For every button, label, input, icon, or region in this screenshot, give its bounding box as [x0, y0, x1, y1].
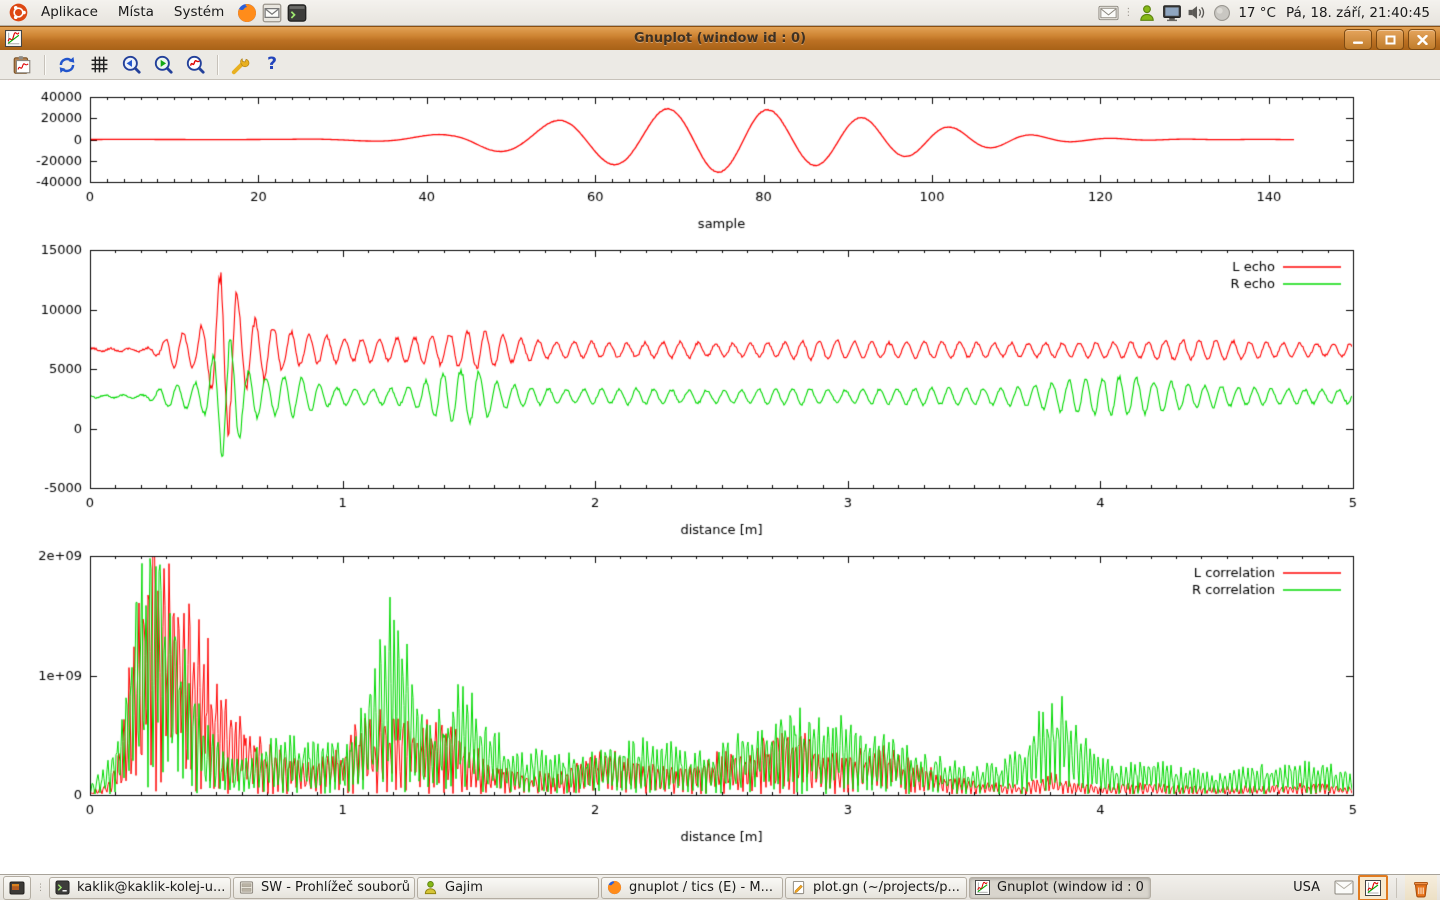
correlation-distance-chart-canvas[interactable]: [0, 545, 1440, 857]
notification-gnuplot-icon[interactable]: [1358, 875, 1388, 900]
gnuplot-icon: [975, 880, 991, 896]
terminal-launcher-icon[interactable]: [286, 2, 307, 23]
tray-display-icon[interactable]: [1161, 2, 1182, 23]
taskbar-item-label: gnuplot / tics (E) - M...: [629, 880, 773, 895]
zoom-next-icon[interactable]: [150, 53, 176, 77]
taskbar-item[interactable]: Gajim: [417, 877, 599, 899]
firefox-launcher-icon[interactable]: [236, 2, 257, 23]
window-titlebar[interactable]: Gnuplot (window id : 0): [0, 26, 1440, 50]
copy-to-clipboard-icon[interactable]: [9, 53, 35, 77]
taskbar-item[interactable]: Gnuplot (window id : 0): [969, 877, 1151, 899]
ubuntu-logo-icon[interactable]: [8, 2, 29, 23]
zoom-previous-icon[interactable]: [118, 53, 144, 77]
window-title: Gnuplot (window id : 0): [0, 31, 1440, 46]
maximize-button[interactable]: [1376, 29, 1404, 50]
taskbar-item[interactable]: gnuplot / tics (E) - M...: [601, 877, 783, 899]
toolbar-separator: [217, 55, 218, 75]
taskbar-item[interactable]: plot.gn (~/projects/p...: [785, 877, 967, 899]
tray-volume-icon[interactable]: [1186, 2, 1207, 23]
terminal-icon: [55, 880, 71, 896]
mail-launcher-icon[interactable]: [261, 2, 282, 23]
gnuplot-plot-region: [0, 80, 1440, 874]
window-controls: [1344, 29, 1436, 50]
help-icon[interactable]: ?: [259, 53, 285, 77]
menu-applications[interactable]: Aplikace: [31, 0, 108, 25]
minimize-button[interactable]: [1344, 29, 1372, 50]
top-panel: Aplikace Místa Systém ⋮ 17 °C Pá, 18. z: [0, 0, 1440, 26]
editor-icon: [791, 880, 807, 896]
taskbar-item-label: Gnuplot (window id : 0): [997, 880, 1145, 895]
trash-applet-icon[interactable]: [1405, 875, 1437, 900]
tray-weather-icon[interactable]: [1211, 2, 1232, 23]
taskbar-item-label: plot.gn (~/projects/p...: [813, 880, 960, 895]
desktop-screen: Aplikace Místa Systém ⋮ 17 °C Pá, 18. z: [0, 0, 1440, 900]
firefox-icon: [607, 880, 623, 896]
panel-clock[interactable]: Pá, 18. září, 21:40:45: [1286, 5, 1430, 21]
gajim-icon: [423, 880, 439, 896]
tray-user-icon[interactable]: [1136, 2, 1157, 23]
taskbar-item-label: Gajim: [445, 880, 483, 895]
notification-mail-icon[interactable]: [1330, 876, 1358, 900]
gnuplot-window-icon: [5, 30, 22, 47]
taskbar-item-list: kaklik@kaklik-kolej-u... SW - Prohlížeč s…: [48, 877, 1152, 899]
taskbar-item-label: SW - Prohlížeč souborů: [261, 880, 409, 895]
tray-separator: ⋮: [1123, 7, 1132, 18]
autoscale-icon[interactable]: [182, 53, 208, 77]
taskbar-separator: [1396, 878, 1397, 898]
replot-icon[interactable]: [54, 53, 80, 77]
help-glyph: ?: [267, 56, 277, 73]
temperature-readout[interactable]: 17 °C: [1238, 5, 1276, 21]
taskbar: ⋮ kaklik@kaklik-kolej-u... SW - Prohlížeč…: [0, 874, 1440, 900]
tray-mail-icon[interactable]: [1098, 2, 1119, 23]
settings-wrench-icon[interactable]: [227, 53, 253, 77]
menu-system[interactable]: Systém: [164, 0, 234, 25]
keyboard-layout-indicator[interactable]: USA: [1293, 880, 1320, 895]
tasklist-handle[interactable]: ⋮: [36, 884, 45, 892]
taskbar-item-label: kaklik@kaklik-kolej-u...: [77, 880, 225, 895]
close-button[interactable]: [1408, 29, 1436, 50]
echo-distance-chart-canvas[interactable]: [0, 240, 1440, 545]
menu-places[interactable]: Místa: [108, 0, 164, 25]
show-desktop-button[interactable]: [3, 876, 31, 900]
taskbar-item[interactable]: kaklik@kaklik-kolej-u...: [49, 877, 231, 899]
chirp-sample-chart-canvas[interactable]: [0, 85, 1440, 235]
toolbar-separator: [44, 55, 45, 75]
taskbar-item[interactable]: SW - Prohlížeč souborů: [233, 877, 415, 899]
gnuplot-toolbar: ?: [0, 50, 1440, 80]
grid-icon[interactable]: [86, 53, 112, 77]
filemanager-icon: [239, 880, 255, 896]
